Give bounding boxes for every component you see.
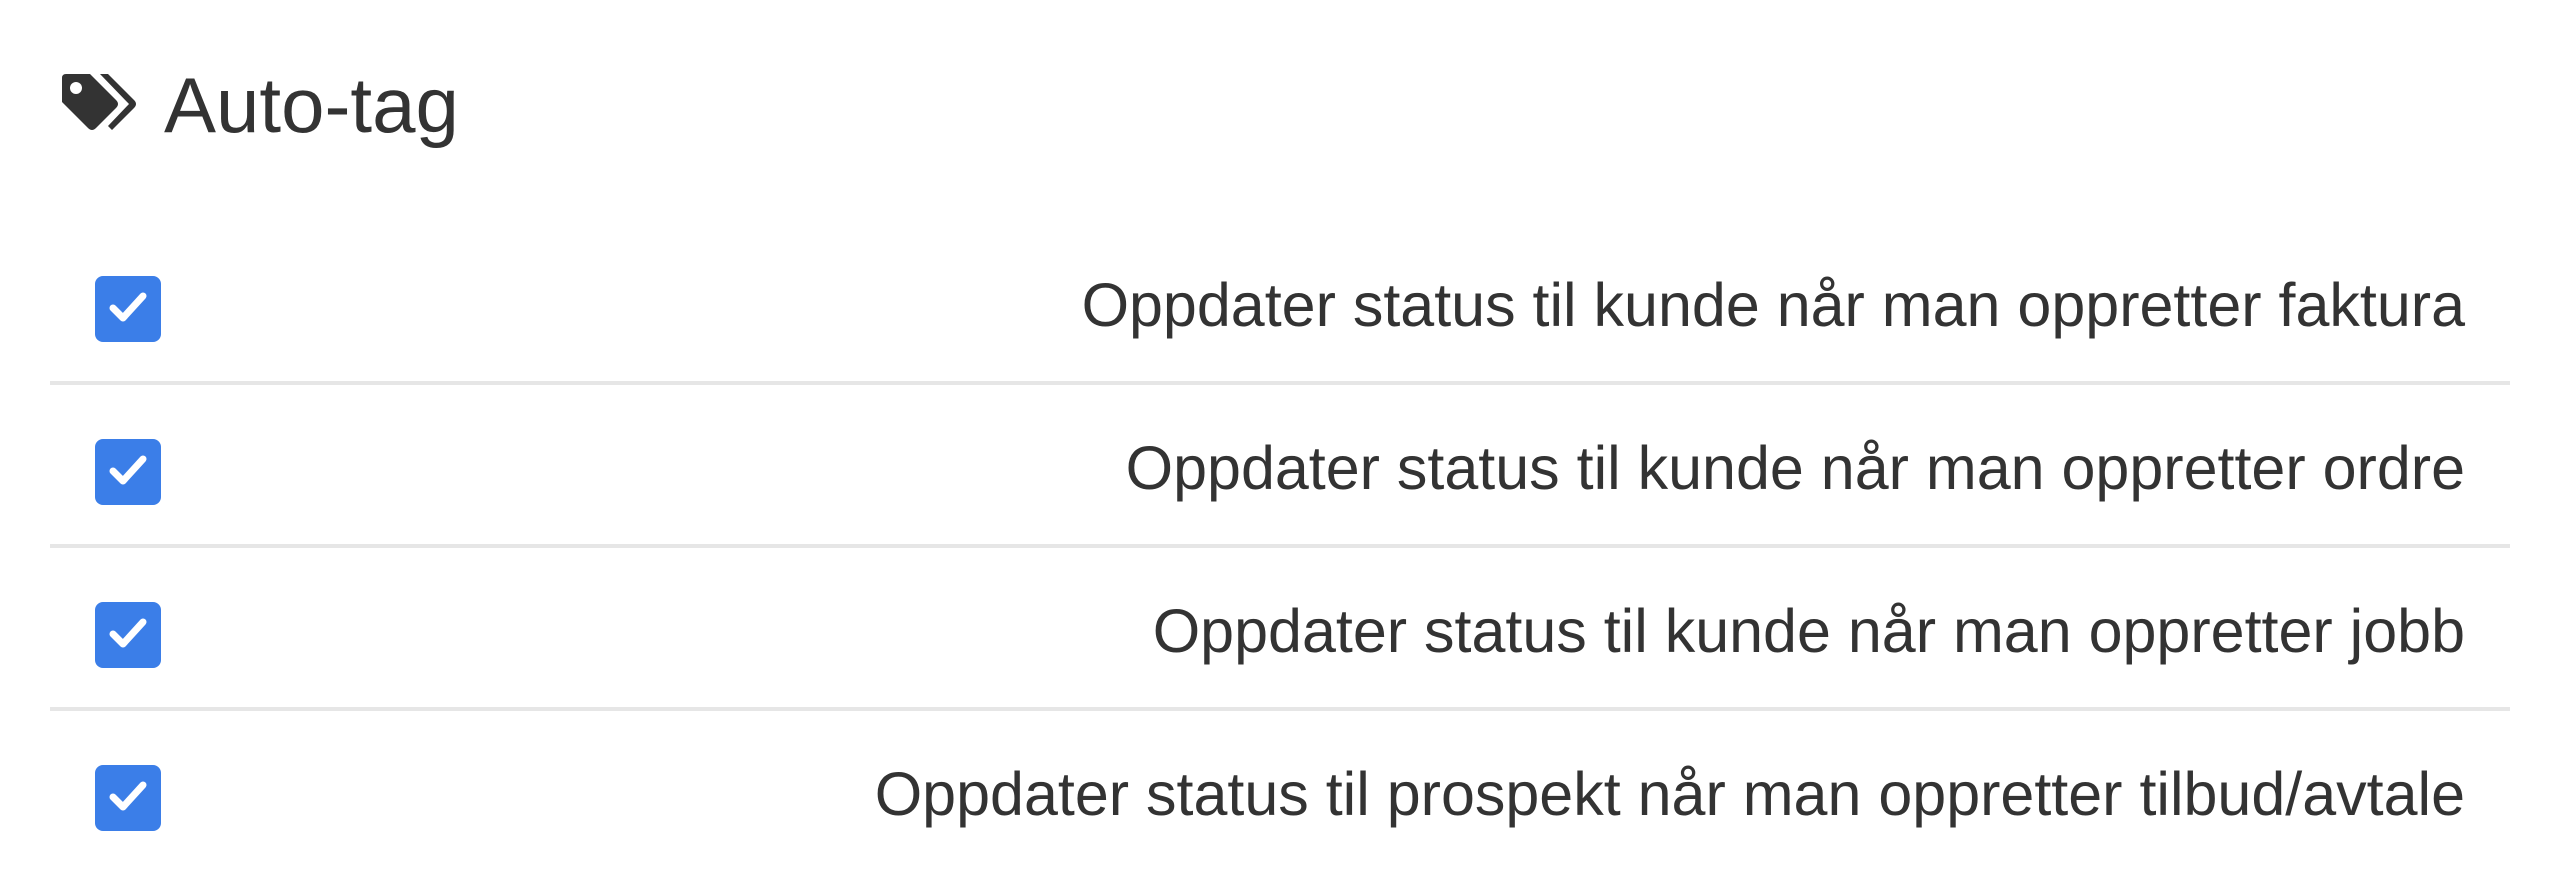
setting-row-job: Oppdater status til kunde når man oppret… [50, 548, 2510, 711]
checkmark-icon [106, 774, 150, 823]
checkmark-icon [106, 448, 150, 497]
page-title: Auto-tag [164, 61, 459, 149]
invoice-setting-label: Oppdater status til kunde når man oppret… [1081, 271, 2465, 339]
job-checkbox[interactable] [95, 602, 161, 668]
setting-row-invoice: Oppdater status til kunde når man oppret… [50, 222, 2510, 385]
section-header: Auto-tag [60, 60, 459, 150]
invoice-checkbox[interactable] [95, 276, 161, 342]
order-setting-label: Oppdater status til kunde når man oppret… [1125, 434, 2465, 502]
auto-tag-settings-list: Oppdater status til kunde når man oppret… [50, 222, 2510, 874]
checkmark-icon [106, 611, 150, 660]
checkmark-icon [106, 285, 150, 334]
order-checkbox[interactable] [95, 439, 161, 505]
tags-icon [60, 66, 138, 144]
setting-row-order: Oppdater status til kunde når man oppret… [50, 385, 2510, 548]
offer-checkbox[interactable] [95, 765, 161, 831]
job-setting-label: Oppdater status til kunde når man oppret… [1152, 597, 2465, 665]
offer-setting-label: Oppdater status til prospekt når man opp… [874, 760, 2465, 828]
setting-row-offer: Oppdater status til prospekt når man opp… [50, 711, 2510, 874]
